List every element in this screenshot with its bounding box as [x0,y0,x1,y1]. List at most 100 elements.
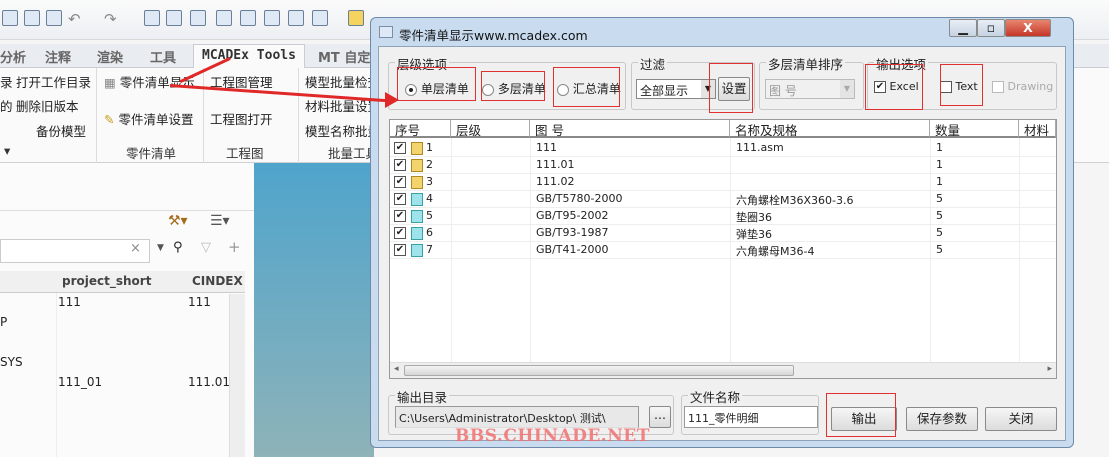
cell-name-spec: 111.asm [736,141,784,154]
undo-icon[interactable]: ↶ [68,10,84,28]
column-header-name-spec[interactable]: 名称及规格 [730,120,930,138]
cell-name-spec: 六角螺母M36-4 [736,245,815,258]
row-checkbox[interactable]: ✔ [394,226,406,239]
row-checkbox[interactable]: ✔ [394,175,406,188]
excel-checkbox[interactable]: ✔ Excel [874,80,919,93]
regenerate-icon[interactable] [2,10,18,26]
cell-name-spec: 弹垫36 [736,228,772,241]
windows-icon[interactable] [312,10,328,26]
row-checkbox[interactable]: ✔ [394,192,406,205]
binoculars-icon[interactable]: ⚲ [173,240,183,255]
backup-model-button[interactable]: 备份模型 [36,121,86,140]
column-header-drawing-no[interactable]: 图 号 [530,120,730,138]
row-checkbox[interactable]: ✔ [394,243,406,256]
scroll-right-icon[interactable]: ▸ [1047,364,1052,374]
list-settings-icon[interactable]: ☰▾ [210,213,230,229]
filter-icon[interactable]: ▽ [201,240,211,255]
minimize-button[interactable]: ▁ [949,19,977,37]
filter-select[interactable]: 全部显示 ▼ [636,79,716,99]
cell: 111 [188,295,211,309]
batch-rename-button[interactable]: 模型名称批量 [305,121,380,140]
cell: 111_01 [58,375,103,389]
row-checkbox[interactable]: ✔ [394,141,406,154]
file-name-input[interactable]: 111_零件明细 [684,406,818,428]
save-params-button[interactable]: 保存参数 [906,407,978,431]
redo-icon[interactable]: ↷ [104,10,120,28]
dialog-body: 层级选项 单层清单 多层清单 汇总清单 过滤 全部显示 ▼ 设置 多层清单排序 … [378,46,1066,441]
chevron-down-icon[interactable]: ▼ [157,243,164,253]
group-label: 文件名称 [688,387,743,406]
sort-value: 图 号 [769,84,797,98]
copy-icon[interactable] [264,10,280,26]
tools-icon[interactable]: ⚒▾ [168,213,188,229]
column-header-no[interactable]: 序号 [390,120,451,138]
search-input[interactable] [0,239,150,263]
batch-check-button[interactable]: 模型批量检查 [305,72,380,91]
radio-single-level[interactable]: 单层清单 [405,80,469,97]
group-label-drawing[interactable]: 工程图 [226,143,264,162]
column-header-material[interactable]: 材料 [1019,120,1056,138]
radio-summary[interactable]: 汇总清单 [557,80,621,97]
drawing-open-button[interactable]: 工程图打开 [210,109,273,128]
chevron-down-icon[interactable]: ▼ [701,80,715,98]
delete-old-versions-button[interactable]: 删除旧版本 [16,96,79,115]
chevron-down-icon[interactable]: ▾ [4,143,10,158]
open-icon[interactable] [46,10,62,26]
paste-icon[interactable] [288,10,304,26]
column-cindex[interactable]: CINDEX [192,274,243,288]
part-icon [409,243,423,257]
save-icon[interactable] [24,10,40,26]
tab-render[interactable]: 渲染 [97,47,123,66]
output-dir-input[interactable]: C:\Users\Administrator\Desktop\ 测试\ [395,406,639,428]
table-row[interactable]: ✔ 1 111 111.asm 1 [390,140,1056,157]
column-project-short[interactable]: project_short [62,274,151,288]
horizontal-scrollbar[interactable]: ◂ ▸ [390,362,1056,378]
assembly-icon [409,158,423,172]
tab-annotate[interactable]: 注释 [45,47,71,66]
text-checkbox[interactable]: Text [940,80,978,93]
column-header-level[interactable]: 层级 [451,120,530,138]
edit-icon[interactable] [144,10,160,26]
cell-no: 4 [426,192,433,205]
export-button[interactable]: 输出 [831,407,897,431]
cell-qty: 1 [936,141,943,154]
document-icon[interactable] [240,10,256,26]
tab-analysis[interactable]: 分析 [0,47,26,66]
bom-settings-button[interactable]: ✎ 零件清单设置 [104,109,193,128]
sort-group: 多层清单排序 图 号 ▼ [759,54,864,110]
window-icon[interactable] [216,10,232,26]
browse-button[interactable]: ... [649,406,671,428]
close-window-button[interactable]: X [1005,19,1051,37]
table-row[interactable]: ✔ 7 GB/T41-2000 六角螺母M36-4 5 [390,242,1056,259]
camera-icon[interactable] [166,10,182,26]
table-row[interactable]: ✔ 2 111.01 1 [390,157,1056,174]
filter-settings-button[interactable]: 设置 [718,77,750,101]
cell-qty: 5 [936,243,943,256]
settings-icon: ✎ [104,112,119,127]
list-icon[interactable] [190,10,206,26]
clear-icon[interactable]: × [130,241,141,256]
radio-multi-level[interactable]: 多层清单 [482,80,546,97]
add-icon[interactable]: + [228,238,241,256]
sort-select[interactable]: 图 号 ▼ [765,79,855,99]
tab-mt-custom[interactable]: MT 自定 [318,47,370,66]
row-checkbox[interactable]: ✔ [394,209,406,222]
table-row[interactable]: ✔ 4 GB/T5780-2000 六角螺栓M36X360-3.6 5 [390,191,1056,208]
bom-settings-label: 零件清单设置 [118,112,194,127]
vertical-scrollbar[interactable] [229,294,245,457]
part-icon [409,192,423,206]
table-row[interactable]: ✔ 5 GB/T95-2002 垫圈36 5 [390,208,1056,225]
maximize-button[interactable]: ▫ [977,19,1005,37]
folder-icon[interactable] [348,10,364,26]
file-name-group: 文件名称 111_零件明细 [681,387,819,435]
chevron-down-icon[interactable]: ▼ [840,80,854,98]
scroll-left-icon[interactable]: ◂ [394,364,399,374]
table-row[interactable]: ✔ 3 111.02 1 [390,174,1056,191]
column-header-qty[interactable]: 数量 [930,120,1019,138]
tab-tools[interactable]: 工具 [150,47,176,66]
open-workdir-button[interactable]: 打开工作目录 [16,72,91,91]
close-button[interactable]: 关闭 [985,407,1057,431]
table-row[interactable]: ✔ 6 GB/T93-1987 弹垫36 5 [390,225,1056,242]
scrollbar-thumb[interactable] [404,365,794,376]
row-checkbox[interactable]: ✔ [394,158,406,171]
